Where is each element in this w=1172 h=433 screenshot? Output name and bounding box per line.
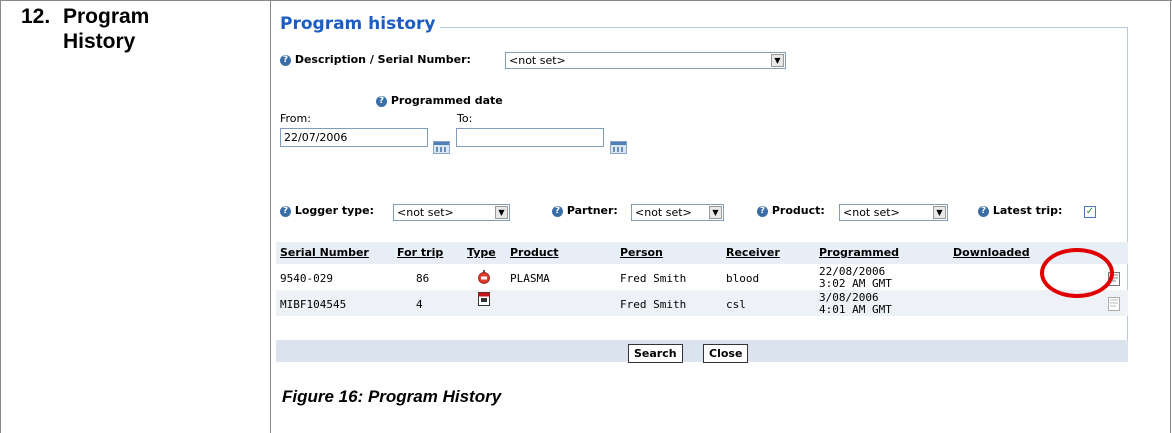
programmed-date-label: Programmed date xyxy=(390,94,503,107)
col-product[interactable]: Product xyxy=(510,246,559,259)
cell-trip: 86 xyxy=(416,272,430,285)
latest-trip-checkbox[interactable]: ✓ xyxy=(1084,206,1096,218)
close-button[interactable]: Close xyxy=(703,344,749,363)
top-rule xyxy=(0,0,1172,1)
highlight-circle xyxy=(1040,248,1114,298)
description-label-group: ? Description / Serial Number: xyxy=(280,53,471,66)
from-date-input[interactable]: 22/07/2006 xyxy=(280,128,428,147)
help-icon[interactable]: ? xyxy=(978,205,989,217)
help-icon[interactable]: ? xyxy=(376,95,387,107)
cell-serial: MIBF104545 xyxy=(280,298,347,311)
from-label: From: xyxy=(280,112,311,125)
partner-label: Partner: xyxy=(566,204,618,217)
cell-receiver: csl xyxy=(726,298,746,311)
col-for-trip[interactable]: For trip xyxy=(397,246,443,259)
section-title-line1: Program xyxy=(63,5,150,28)
logger-type-group: ? Logger type: xyxy=(280,204,374,217)
calendar-icon[interactable] xyxy=(433,141,450,154)
button-bar xyxy=(276,340,1128,362)
chevron-down-icon: ▼ xyxy=(771,54,784,67)
program-history-panel: Program history ? Description / Serial N… xyxy=(276,10,1128,363)
help-icon[interactable]: ? xyxy=(280,54,291,66)
document-icon[interactable] xyxy=(1108,297,1120,311)
partner-select-value: <not set> xyxy=(635,206,692,219)
description-select[interactable]: <not set> ▼ xyxy=(505,52,786,69)
logger-type-label: Logger type: xyxy=(294,204,375,217)
col-receiver[interactable]: Receiver xyxy=(726,246,780,259)
logger-tag-icon xyxy=(478,270,490,284)
table-row[interactable]: 9540-029 86 PLASMA Fred Smith blood 22/0… xyxy=(276,264,1128,290)
panel-title: Program history xyxy=(280,14,440,34)
programmed-date-group: ? Programmed date xyxy=(376,94,503,107)
chevron-down-icon: ▼ xyxy=(709,206,722,219)
col-programmed[interactable]: Programmed xyxy=(819,246,899,259)
cell-serial: 9540-029 xyxy=(280,272,333,285)
product-select[interactable]: <not set> ▼ xyxy=(839,204,948,221)
cell-programmed: 3/08/2006 4:01 AM GMT xyxy=(819,292,892,316)
calendar-icon[interactable] xyxy=(610,141,627,154)
cell-person: Fred Smith xyxy=(620,272,687,285)
chevron-down-icon: ▼ xyxy=(495,206,508,219)
col-downloaded[interactable]: Downloaded xyxy=(953,246,1030,259)
help-icon[interactable]: ? xyxy=(280,205,291,217)
col-type[interactable]: Type xyxy=(467,246,496,259)
product-label: Product: xyxy=(771,204,825,217)
latest-trip-group: ? Latest trip: xyxy=(978,204,1062,217)
col-person[interactable]: Person xyxy=(620,246,663,259)
latest-trip-label: Latest trip: xyxy=(992,204,1063,217)
cell-receiver: blood xyxy=(726,272,760,285)
help-icon[interactable]: ? xyxy=(552,205,563,217)
cell-programmed: 22/08/2006 3:02 AM GMT xyxy=(819,266,892,290)
table-row[interactable]: MIBF104545 4 Fred Smith csl 3/08/2006 4:… xyxy=(276,290,1128,316)
cell-programmed-time: 3:02 AM GMT xyxy=(819,277,892,290)
to-date-input[interactable] xyxy=(456,128,604,147)
cell-product: PLASMA xyxy=(510,272,550,285)
help-icon[interactable]: ? xyxy=(757,205,768,217)
search-button[interactable]: Search xyxy=(628,344,683,363)
partner-select[interactable]: <not set> ▼ xyxy=(631,204,724,221)
section-number: 12. xyxy=(21,5,51,28)
logger-type-select-value: <not set> xyxy=(397,206,454,219)
partner-group: ? Partner: xyxy=(552,204,618,217)
figure-caption: Figure 16: Program History xyxy=(282,387,502,406)
chevron-down-icon: ▼ xyxy=(933,206,946,219)
product-group: ? Product: xyxy=(757,204,825,217)
product-select-value: <not set> xyxy=(843,206,900,219)
to-label: To: xyxy=(457,112,473,125)
calendar-logger-icon xyxy=(478,292,490,306)
section-title: 12. Program History xyxy=(21,4,149,54)
description-label: Description / Serial Number: xyxy=(294,53,471,66)
cell-programmed-time: 4:01 AM GMT xyxy=(819,303,892,316)
cell-person: Fred Smith xyxy=(620,298,687,311)
results-table-header: Serial Number For trip Type Product Pers… xyxy=(276,242,1128,264)
logger-type-select[interactable]: <not set> ▼ xyxy=(393,204,510,221)
column-divider xyxy=(270,0,271,433)
cell-trip: 4 xyxy=(416,298,423,311)
section-title-line2: History xyxy=(63,30,136,53)
description-select-value: <not set> xyxy=(509,54,566,67)
col-serial-number[interactable]: Serial Number xyxy=(280,246,369,259)
